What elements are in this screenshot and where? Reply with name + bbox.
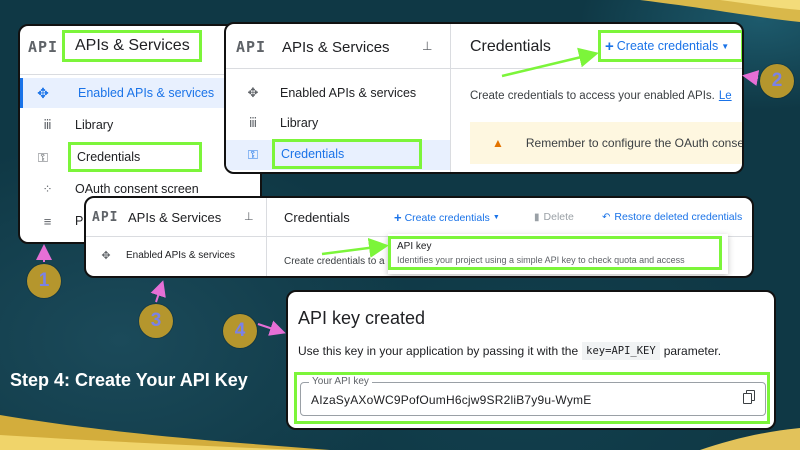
delete-label: Delete bbox=[543, 211, 574, 223]
sidebar-item-label: OAuth consent screen bbox=[75, 182, 199, 196]
gold-brush-bottom-left bbox=[0, 415, 330, 450]
delete-button[interactable]: ▮ Delete bbox=[534, 211, 574, 223]
sidebar-item-label: Enabled APIs & services bbox=[78, 86, 215, 100]
create-credentials-dropdown: API key Identifies your project using a … bbox=[388, 234, 728, 274]
instruction-text: Use this key in your application by pass… bbox=[298, 344, 579, 358]
settings-list-icon: ≡ bbox=[43, 213, 52, 229]
page-title: Credentials bbox=[284, 210, 350, 225]
card-credentials-page: API APIs & Services ⊥ ✥ Enabled APIs & s… bbox=[224, 22, 744, 174]
step-badge-1: 1 bbox=[27, 264, 61, 298]
menu-item-title: API key bbox=[397, 241, 432, 252]
enabled-apis-icon: ✥ bbox=[247, 85, 259, 100]
pin-icon[interactable]: ⊥ bbox=[244, 210, 254, 223]
step-badge-2: 2 bbox=[760, 64, 794, 98]
plus-icon: + bbox=[394, 210, 402, 225]
sidebar-item-label: Enabled APIs & services bbox=[126, 249, 235, 261]
dropdown-arrow-icon: ▼ bbox=[721, 41, 730, 51]
sidebar-item-label: Credentials bbox=[77, 150, 141, 164]
restore-label: Restore deleted credentials bbox=[614, 211, 743, 223]
sidebar-item-label: Credentials bbox=[281, 147, 345, 161]
pink-arrow-4 bbox=[257, 320, 286, 336]
app-title: APIs & Services bbox=[128, 210, 222, 225]
api-key-param-code: key=API_KEY bbox=[582, 342, 660, 360]
oauth-warning-banner: ▲ Remember to configure the OAuth conse bbox=[470, 122, 744, 164]
api-key-value[interactable]: AIzaSyAXoWC9PofOumH6cjw9SR2liB7y9u-WymE bbox=[311, 393, 591, 407]
menu-item-description: Identifies your project using a simple A… bbox=[397, 255, 685, 265]
learn-more-link[interactable]: Le bbox=[719, 90, 732, 102]
enabled-apis-icon: ✥ bbox=[37, 84, 49, 101]
pink-arrow-2 bbox=[742, 70, 760, 86]
sidebar-item-label: Enabled APIs & services bbox=[280, 86, 417, 100]
app-title: APIs & Services bbox=[282, 39, 390, 56]
step-badge-4: 4 bbox=[223, 314, 257, 348]
card-create-credentials-menu: API APIs & Services ⊥ ✥ Enabled APIs & s… bbox=[84, 196, 754, 278]
sidebar-item-label: Library bbox=[75, 118, 114, 132]
card1-header: API bbox=[28, 38, 58, 56]
credentials-highlight: Credentials bbox=[272, 139, 422, 169]
api-logo: API bbox=[92, 210, 119, 225]
trash-icon: ▮ bbox=[534, 211, 540, 223]
pin-icon[interactable]: ⊥ bbox=[422, 39, 432, 53]
create-credentials-label: Create credentials bbox=[616, 39, 719, 53]
library-icon: ⅲ bbox=[248, 115, 258, 130]
instruction-text-end: parameter. bbox=[663, 344, 722, 358]
dropdown-arrow-icon: ▼ bbox=[492, 214, 500, 221]
plus-icon: + bbox=[605, 37, 614, 55]
library-icon: ⅲ bbox=[43, 117, 52, 132]
dialog-title: API key created bbox=[298, 308, 426, 328]
oauth-icon: ⁘ bbox=[42, 182, 53, 196]
card1-title-box: APIs & Services bbox=[62, 30, 202, 62]
create-credentials-label: Create credentials bbox=[404, 211, 490, 224]
enabled-apis-icon: ✥ bbox=[101, 249, 111, 262]
sidebar-item-page-usage[interactable]: ≡ P bbox=[20, 206, 84, 236]
step-badge-3: 3 bbox=[139, 304, 173, 338]
sidebar-item-enabled-apis[interactable]: ✥ Enabled APIs & services bbox=[86, 244, 235, 266]
copy-icon[interactable] bbox=[743, 390, 755, 404]
api-key-field-label: Your API key bbox=[309, 376, 372, 387]
description-row: Create credentials to access your enable… bbox=[470, 90, 732, 102]
dialog-instructions: Use this key in your application by pass… bbox=[298, 342, 721, 360]
restore-deleted-button[interactable]: ↶ Restore deleted credentials bbox=[602, 211, 742, 223]
create-credentials-button[interactable]: + Create credentials ▼ bbox=[394, 210, 500, 225]
sidebar-item-label: P bbox=[75, 214, 84, 228]
warning-icon: ▲ bbox=[492, 136, 504, 150]
description-text: Create credentials to access your enable… bbox=[470, 90, 715, 102]
key-icon: ⚿ bbox=[38, 150, 48, 165]
pink-arrow-3 bbox=[150, 280, 166, 303]
description-text: Create credentials to a bbox=[284, 256, 385, 267]
app-title: APIs & Services bbox=[75, 37, 190, 54]
api-logo: API bbox=[236, 38, 267, 56]
page-title: Credentials bbox=[470, 38, 551, 55]
warning-text: Remember to configure the OAuth conse bbox=[525, 136, 744, 150]
sidebar-item-library[interactable]: ⅲ Library bbox=[226, 110, 318, 136]
sidebar-item-library[interactable]: ⅲ Library bbox=[20, 110, 113, 140]
menu-item-api-key[interactable]: API key Identifies your project using a … bbox=[388, 236, 722, 270]
api-logo: API bbox=[28, 38, 59, 56]
api-key-created-dialog: API key created Use this key in your app… bbox=[286, 290, 776, 430]
sidebar-item-label: Library bbox=[280, 116, 319, 130]
sidebar-item-credentials[interactable]: Credentials bbox=[68, 142, 202, 172]
sidebar-item-enabled-apis[interactable]: ✥ Enabled APIs & services bbox=[226, 80, 417, 106]
step-caption: Step 4: Create Your API Key bbox=[10, 370, 248, 390]
restore-icon: ↶ bbox=[602, 211, 611, 223]
api-key-field[interactable]: Your API key AIzaSyAXoWC9PofOumH6cjw9SR2… bbox=[300, 376, 766, 416]
create-credentials-button[interactable]: + Create credentials ▼ bbox=[598, 30, 742, 62]
